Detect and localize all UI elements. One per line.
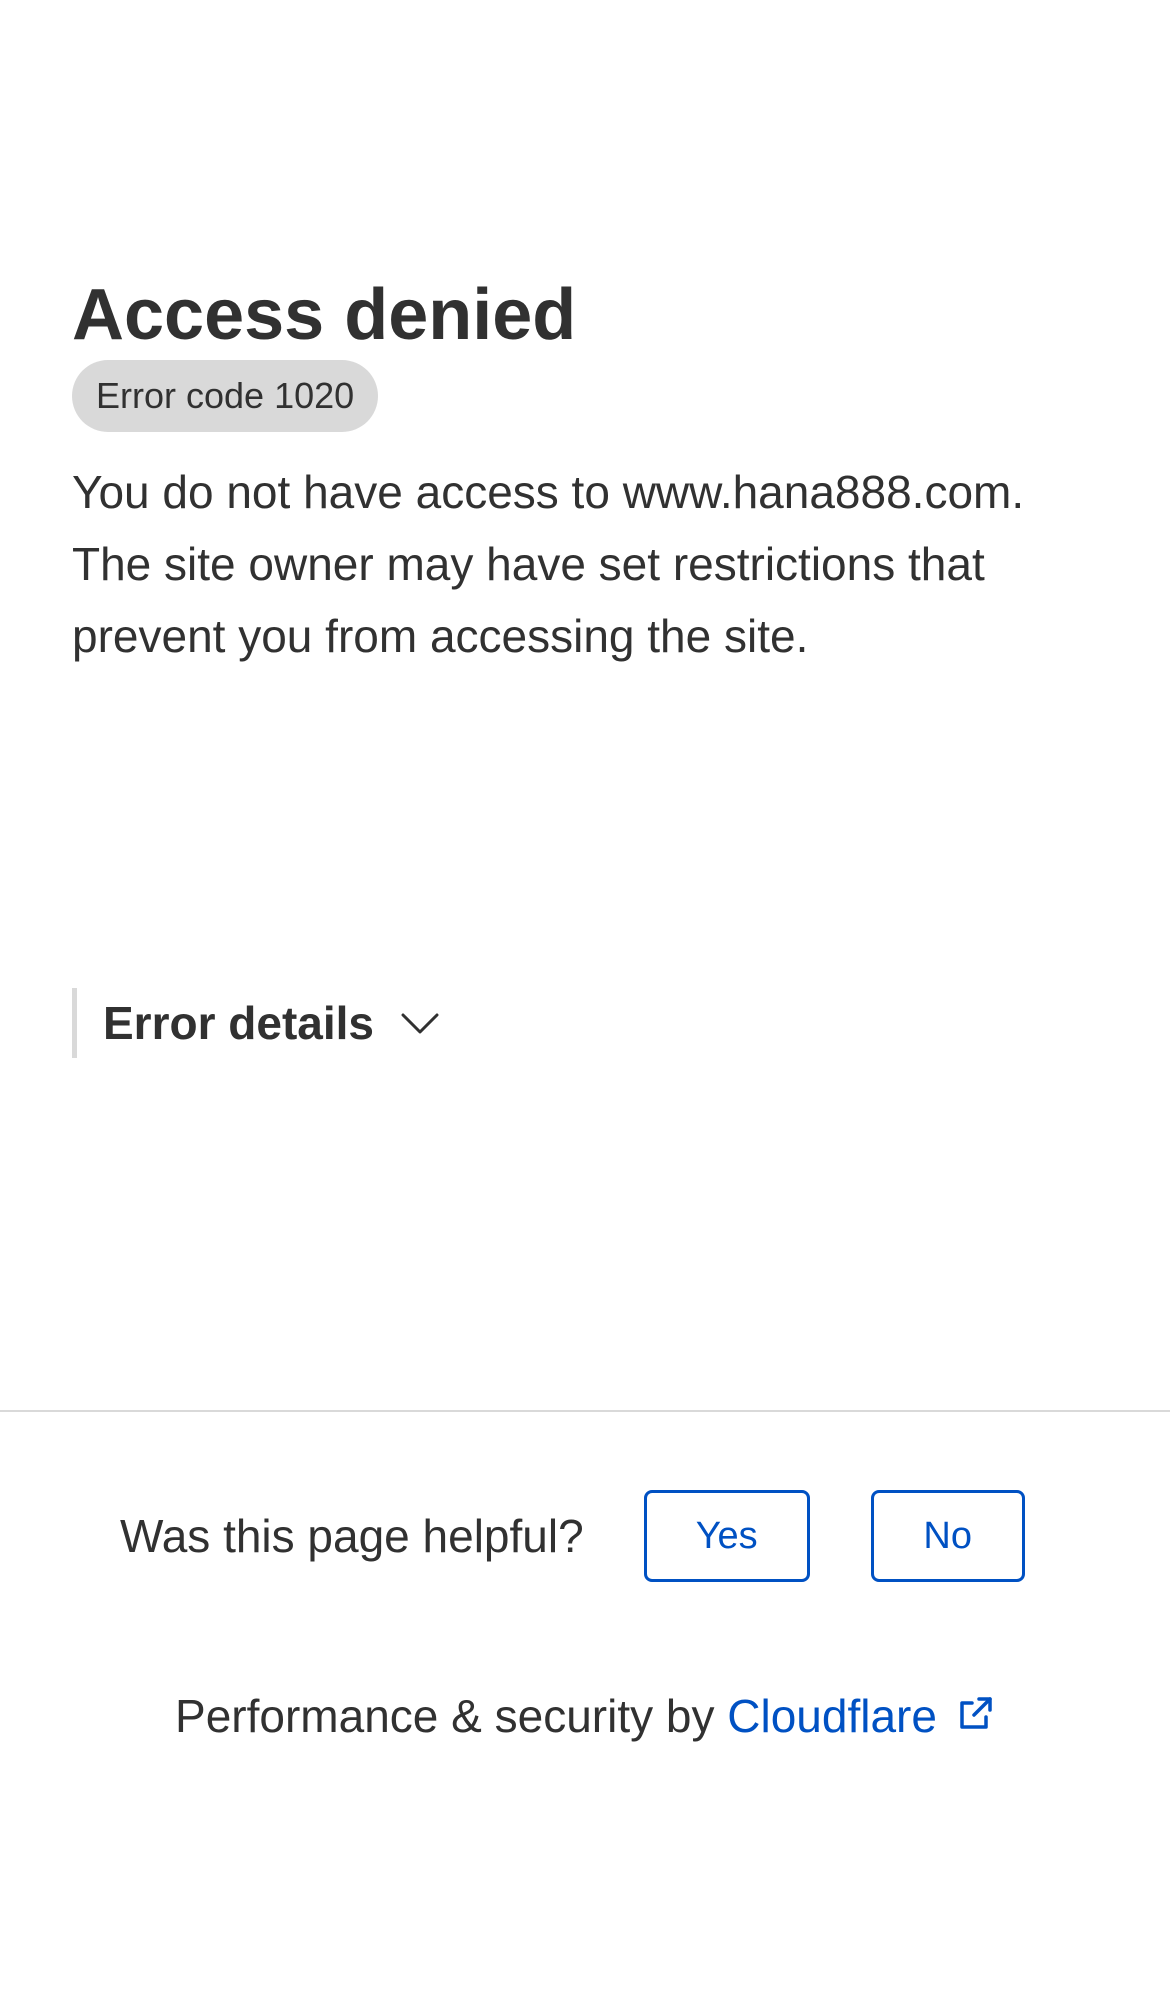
error-details-label: Error details (103, 997, 374, 1049)
cloudflare-link-label: Cloudflare (727, 1690, 937, 1742)
feedback-section: Was this page helpful? Yes No (120, 1488, 1025, 1584)
error-code-badge: Error code 1020 (72, 360, 379, 432)
main-content: Access denied Error code 1020 You do not… (72, 270, 1112, 672)
external-link-icon (960, 1697, 992, 1729)
feedback-no-button[interactable]: No (870, 1490, 1025, 1582)
footer: Performance & security by Cloudflare (0, 1680, 1170, 1752)
feedback-yes-button[interactable]: Yes (643, 1490, 810, 1582)
error-description: You do not have access to www.hana888.co… (72, 466, 1025, 662)
cloudflare-link[interactable]: Cloudflare (727, 1690, 995, 1742)
footer-text: Performance & security by (175, 1690, 728, 1742)
chevron-down-icon (401, 1013, 439, 1034)
feedback-question: Was this page helpful? (120, 1510, 584, 1562)
page-title: Access denied (72, 275, 577, 355)
divider (0, 1410, 1170, 1412)
error-details-toggle[interactable]: Error details (72, 988, 440, 1058)
